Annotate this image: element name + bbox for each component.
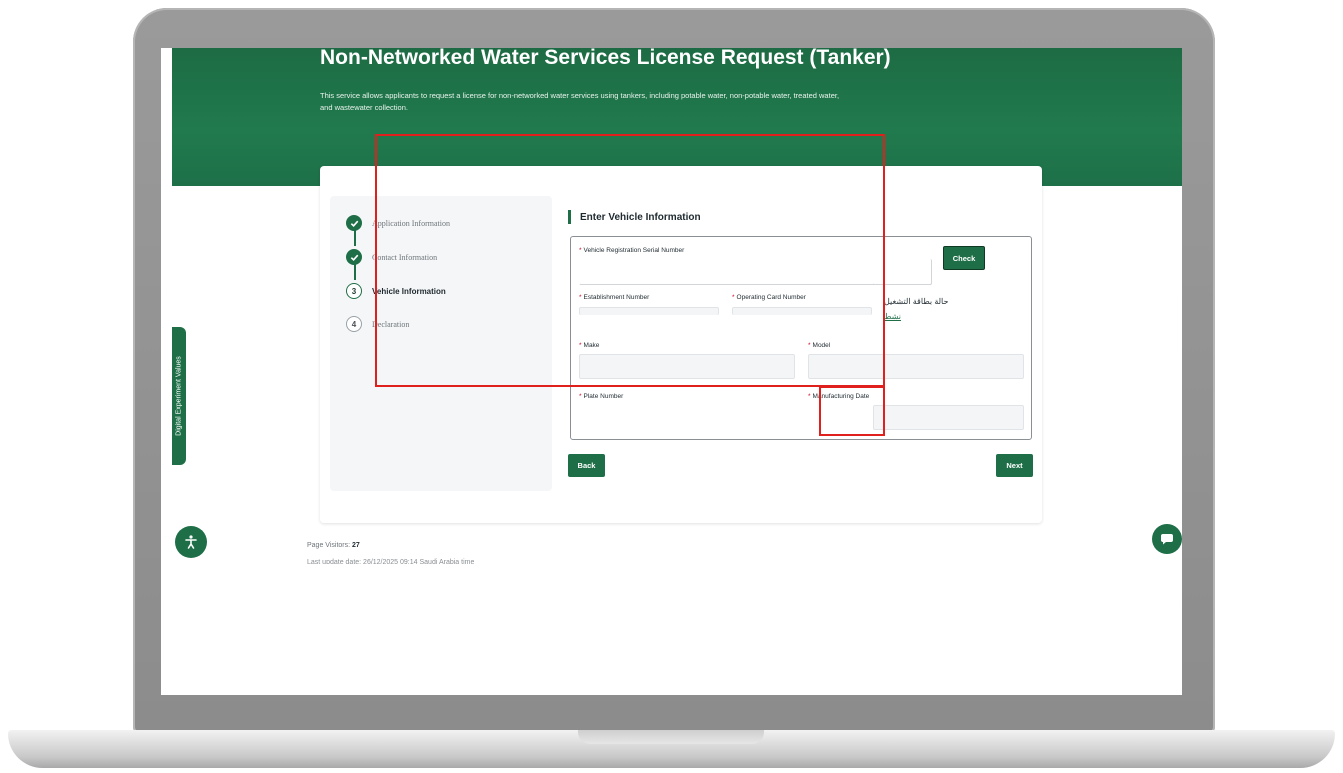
check-icon — [346, 249, 362, 265]
accessibility-icon[interactable] — [175, 526, 207, 558]
step-number: 3 — [346, 283, 362, 299]
check-icon — [346, 215, 362, 231]
next-button[interactable]: Next — [996, 454, 1033, 477]
laptop-notch — [578, 730, 764, 744]
operating-card-status-value: نشط — [884, 312, 901, 321]
highlight-next-button — [819, 386, 885, 436]
back-button[interactable]: Back — [568, 454, 605, 477]
digital-experiment-tab[interactable]: Digital Experiment Values — [172, 327, 186, 465]
page-visitors: Page Visitors: 27 — [307, 542, 360, 549]
step-connector — [354, 230, 356, 246]
operating-card-status-label: حالة بطاقة التشغيل — [884, 297, 949, 306]
manufacturing-date-input[interactable] — [873, 405, 1024, 430]
step-number: 4 — [346, 316, 362, 332]
check-button[interactable]: Check — [943, 246, 985, 270]
last-update-date: Last update date: 26/12/2025 09:14 Saudi… — [307, 559, 475, 564]
chat-icon[interactable] — [1152, 524, 1182, 554]
plate-number-input[interactable] — [579, 405, 795, 430]
digital-experiment-tab-label: Digital Experiment Values — [175, 356, 183, 436]
step-connector — [354, 264, 356, 280]
highlight-vehicle-form — [375, 134, 885, 387]
page-title: Non-Networked Water Services License Req… — [320, 48, 891, 69]
plate-number-label: * Plate Number — [579, 393, 624, 400]
page-description: This service allows applicants to reques… — [320, 91, 840, 112]
